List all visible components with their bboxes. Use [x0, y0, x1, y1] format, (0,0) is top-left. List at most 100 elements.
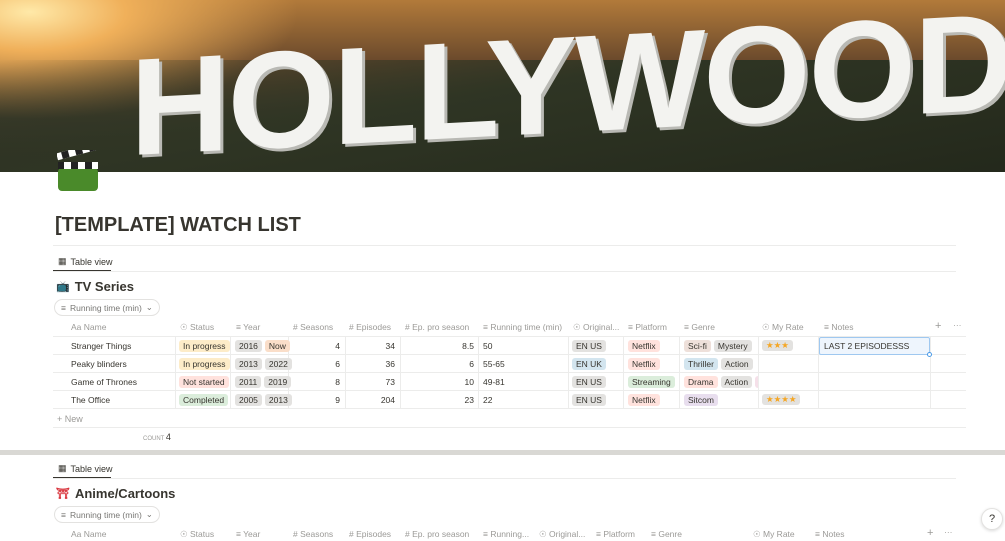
column-header-ep_season[interactable]: # Ep. pro season [405, 322, 469, 332]
year-cell[interactable]: 2011 2019 [235, 376, 294, 388]
column-header-seasons[interactable]: # Seasons [293, 529, 333, 539]
year-cell[interactable]: 2016 Now [235, 340, 293, 352]
status-cell[interactable]: Completed [179, 394, 231, 406]
year-tag[interactable]: 2013 [235, 358, 262, 370]
column-header-platform[interactable]: ≡ Platform [628, 322, 667, 332]
language-tag[interactable]: EN US [572, 394, 606, 406]
year-tag[interactable]: 2022 [264, 358, 292, 370]
year-tag[interactable]: Now [264, 340, 290, 352]
running-time-cell[interactable]: 55-65 [483, 359, 505, 369]
column-header-notes[interactable]: ≡ Notes [815, 529, 845, 539]
platform-cell[interactable]: Netflix [628, 340, 663, 352]
genre-cell[interactable]: DramaActionF [684, 376, 758, 388]
column-header-notes[interactable]: ≡ Notes [824, 322, 854, 332]
original-language-cell[interactable]: EN US [572, 376, 609, 388]
original-language-cell[interactable]: EN US [572, 394, 609, 406]
genre-tag[interactable]: Drama [684, 376, 718, 388]
column-header-rate[interactable]: ☉ My Rate [762, 322, 804, 333]
status-tag[interactable]: Completed [179, 394, 229, 406]
column-header-name[interactable]: Aa Name [71, 322, 106, 332]
column-header-genre[interactable]: ≡ Genre [684, 322, 715, 332]
notes-cell-selected[interactable]: LAST 2 EPISODESSS [819, 337, 930, 355]
rating-cell[interactable]: ★★★ [762, 340, 796, 351]
star-rating[interactable]: ★★★★ [762, 394, 801, 405]
language-tag[interactable]: EN UK [572, 358, 606, 370]
year-tag[interactable]: 2013 [264, 394, 292, 406]
platform-cell[interactable]: Netflix [628, 394, 663, 406]
status-cell[interactable]: In progress [179, 340, 233, 352]
sort-pill[interactable]: ≡ Running time (min) ⌄ [54, 506, 160, 523]
seasons-cell[interactable]: 6 [290, 359, 340, 369]
tab-table-view[interactable]: ▦ Table view [58, 256, 113, 267]
column-header-episodes[interactable]: # Episodes [349, 322, 391, 332]
genre-tag[interactable]: Action [720, 376, 753, 388]
cover-image[interactable]: HOLLYWOOD [0, 0, 1005, 172]
language-tag[interactable]: EN US [572, 340, 606, 352]
platform-tag[interactable]: Netflix [628, 394, 660, 406]
genre-cell[interactable]: Sci-fi Mystery [684, 340, 758, 352]
status-cell[interactable]: In progress [179, 358, 233, 370]
column-header-original[interactable]: ☉ Original... [573, 322, 619, 333]
episodes-cell[interactable]: 36 [345, 359, 395, 369]
row-name[interactable]: Peaky blinders [71, 359, 127, 369]
genre-tag[interactable]: Action [720, 358, 753, 370]
column-header-platform[interactable]: ≡ Platform [596, 529, 635, 539]
column-header-original[interactable]: ☉ Original... [539, 529, 585, 540]
episodes-cell[interactable]: 34 [345, 341, 395, 351]
year-cell[interactable]: 2013 2022 [235, 358, 295, 370]
seasons-cell[interactable]: 4 [290, 341, 340, 351]
status-tag[interactable]: In progress [179, 358, 230, 370]
platform-cell[interactable]: Streaming [628, 376, 678, 388]
row-name[interactable]: Game of Thrones [71, 377, 137, 387]
star-rating[interactable]: ★★★ [762, 340, 793, 351]
platform-tag[interactable]: Netflix [628, 358, 660, 370]
rating-cell[interactable]: ★★★★ [762, 394, 803, 405]
column-header-running[interactable]: ≡ Running time (min) [483, 322, 562, 332]
language-tag[interactable]: EN US [572, 376, 606, 388]
platform-cell[interactable]: Netflix [628, 358, 663, 370]
column-header-genre[interactable]: ≡ Genre [651, 529, 682, 539]
column-header-status[interactable]: ☉ Status [180, 322, 214, 333]
ep-per-season-cell[interactable]: 10 [400, 377, 474, 387]
status-tag[interactable]: In progress [179, 340, 230, 352]
genre-cell[interactable]: Sitcom [684, 394, 758, 406]
genre-tag[interactable]: F [755, 376, 758, 388]
column-header-rate[interactable]: ☉ My Rate [753, 529, 795, 540]
ep-per-season-cell[interactable]: 8.5 [400, 341, 474, 351]
column-header-seasons[interactable]: # Seasons [293, 322, 333, 332]
sort-pill[interactable]: ≡ Running time (min) ⌄ [54, 299, 160, 316]
platform-tag[interactable]: Streaming [628, 376, 675, 388]
original-language-cell[interactable]: EN US [572, 340, 609, 352]
database-title[interactable]: 📺 TV Series [56, 279, 134, 294]
add-column-button[interactable]: + [935, 320, 941, 332]
year-tag[interactable]: 2016 [235, 340, 262, 352]
seasons-cell[interactable]: 8 [290, 377, 340, 387]
genre-tag[interactable]: Sci-fi [684, 340, 711, 352]
new-row-button[interactable]: + New [57, 414, 83, 424]
add-column-button[interactable]: + [927, 527, 933, 539]
clapperboard-icon[interactable] [57, 150, 99, 192]
column-header-year[interactable]: ≡ Year [236, 322, 260, 332]
ep-per-season-cell[interactable]: 6 [400, 359, 474, 369]
row-name[interactable]: The Office [71, 395, 110, 405]
year-tag[interactable]: 2019 [264, 376, 292, 388]
running-time-cell[interactable]: 49-81 [483, 377, 505, 387]
year-tag[interactable]: 2011 [235, 376, 262, 388]
more-options-button[interactable]: ··· [953, 320, 962, 330]
row-name[interactable]: Stranger Things [71, 341, 131, 351]
column-header-running[interactable]: ≡ Running... [483, 529, 529, 539]
platform-tag[interactable]: Netflix [628, 340, 660, 352]
episodes-cell[interactable]: 204 [345, 395, 395, 405]
episodes-cell[interactable]: 73 [345, 377, 395, 387]
year-tag[interactable]: 2005 [235, 394, 262, 406]
year-cell[interactable]: 2005 2013 [235, 394, 295, 406]
column-header-ep_season[interactable]: # Ep. pro season [405, 529, 469, 539]
running-time-cell[interactable]: 22 [483, 395, 492, 405]
seasons-cell[interactable]: 9 [290, 395, 340, 405]
genre-tag[interactable]: Mystery [713, 340, 752, 352]
count-aggregate[interactable]: COUNT 4 [143, 432, 171, 442]
column-header-year[interactable]: ≡ Year [236, 529, 260, 539]
column-header-name[interactable]: Aa Name [71, 529, 106, 539]
running-time-cell[interactable]: 50 [483, 341, 492, 351]
column-header-status[interactable]: ☉ Status [180, 529, 214, 540]
